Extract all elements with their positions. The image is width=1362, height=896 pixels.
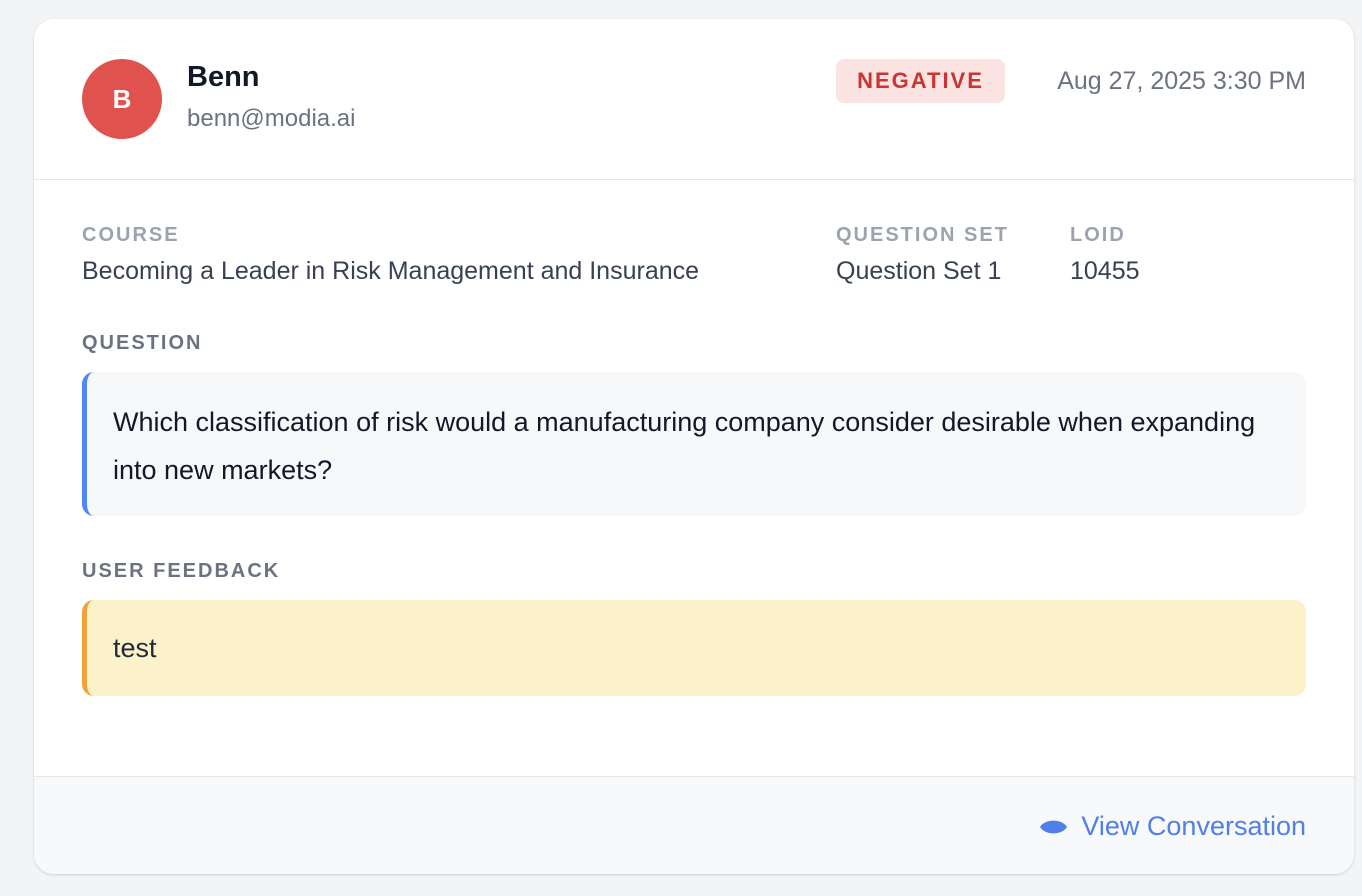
sentiment-badge: NEGATIVE (836, 59, 1005, 103)
card-header: B Benn benn@modia.ai NEGATIVE Aug 27, 20… (34, 19, 1354, 180)
question-label: QUESTION (82, 332, 203, 354)
question-box: Which classification of risk would a man… (82, 372, 1306, 516)
avatar: B (82, 59, 162, 139)
view-conversation-label: View Conversation (1081, 811, 1306, 841)
feedback-card: B Benn benn@modia.ai NEGATIVE Aug 27, 20… (34, 19, 1354, 874)
loid-label: LOID (1070, 224, 1126, 246)
question-text: Which classification of risk would a man… (113, 407, 1256, 485)
view-conversation-button[interactable]: View Conversation (1039, 811, 1306, 842)
user-feedback-label: USER FEEDBACK (82, 560, 281, 582)
user-name: Benn (187, 61, 260, 93)
question-set-label: QUESTION SET (836, 224, 1009, 246)
feedback-text: test (113, 632, 157, 663)
question-set-value: Question Set 1 (836, 257, 1002, 285)
timestamp: Aug 27, 2025 3:30 PM (1057, 67, 1306, 95)
user-email: benn@modia.ai (187, 105, 356, 132)
eye-icon (1040, 820, 1068, 833)
course-value: Becoming a Leader in Risk Management and… (82, 257, 700, 285)
card-footer: View Conversation (34, 776, 1354, 874)
loid-value: 10455 (1070, 257, 1140, 285)
feedback-box: test (82, 600, 1306, 696)
course-label: COURSE (82, 224, 180, 246)
